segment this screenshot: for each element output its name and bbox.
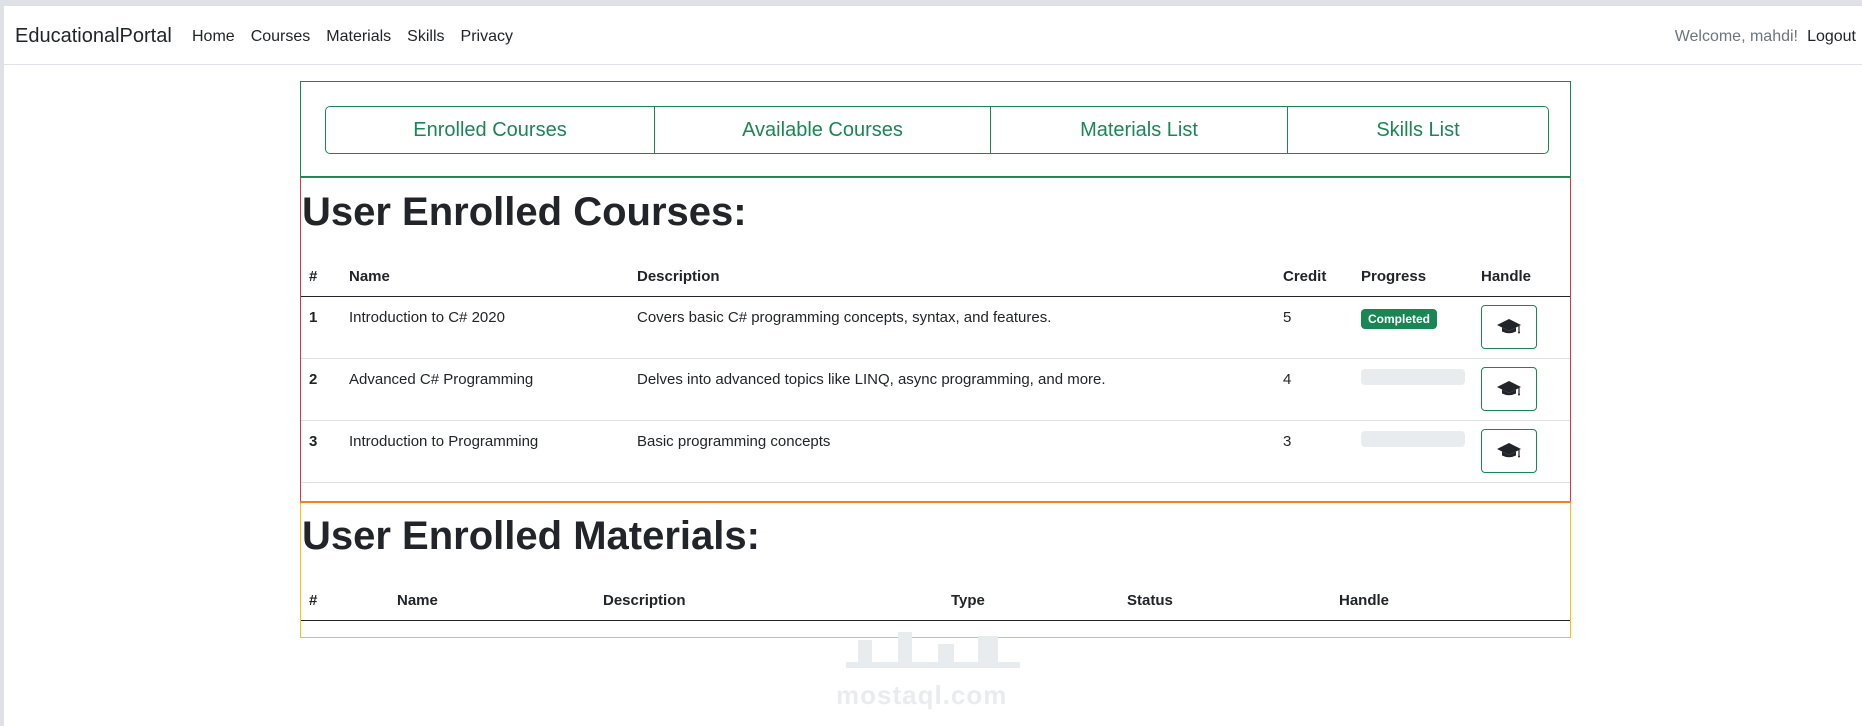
status-badge: Completed	[1361, 309, 1438, 329]
table-row: 2 Advanced C# Programming Delves into ad…	[301, 358, 1570, 421]
cell-description: Delves into advanced topics like LINQ, a…	[629, 358, 1275, 421]
handle-button[interactable]	[1481, 305, 1537, 349]
watermark-text: mostaql.com	[836, 680, 1008, 710]
logout-link[interactable]: Logout	[1807, 28, 1856, 46]
table-row: 1 Introduction to C# 2020 Covers basic C…	[301, 296, 1570, 359]
courses-title: User Enrolled Courses:	[302, 190, 747, 234]
materials-title: User Enrolled Materials:	[302, 514, 760, 558]
cell-progress	[1353, 358, 1473, 421]
course-credit: 5	[1283, 309, 1292, 326]
nav-skills[interactable]: Skills	[407, 28, 444, 46]
cell-name: Advanced C# Programming	[341, 358, 629, 421]
nav-links: Home Courses Materials Skills Privacy	[192, 28, 529, 46]
handle-button[interactable]	[1481, 367, 1537, 411]
nav-courses[interactable]: Courses	[251, 28, 311, 46]
cell-progress	[1353, 420, 1473, 483]
handle-button[interactable]	[1481, 429, 1537, 473]
col-name: Name	[389, 580, 595, 621]
tab-enrolled-courses[interactable]: Enrolled Courses	[326, 107, 655, 153]
graduation-cap-icon	[1497, 443, 1521, 458]
col-num: #	[301, 580, 389, 621]
cell-progress: Completed	[1353, 296, 1473, 359]
col-status: Status	[1119, 580, 1331, 621]
col-progress: Progress	[1353, 256, 1473, 297]
cell-num: 3	[301, 420, 341, 483]
col-credit: Credit	[1275, 256, 1353, 297]
graduation-cap-icon	[1497, 381, 1521, 396]
tab-skills-list[interactable]: Skills List	[1288, 107, 1548, 153]
cell-description: Covers basic C# programming concepts, sy…	[629, 296, 1275, 359]
tab-group: Enrolled Courses Available Courses Mater…	[325, 106, 1549, 154]
row-num: 2	[309, 371, 318, 388]
course-description: Basic programming concepts	[637, 433, 831, 450]
course-name: Introduction to Programming	[349, 433, 539, 450]
cell-handle	[1473, 420, 1570, 483]
materials-table: # Name Description Type Status Handle	[301, 580, 1570, 621]
cell-description: Basic programming concepts	[629, 420, 1275, 483]
course-description: Covers basic C# programming concepts, sy…	[637, 309, 1052, 326]
nav-home[interactable]: Home	[192, 28, 235, 46]
course-name: Advanced C# Programming	[349, 371, 534, 388]
progress-bar	[1361, 369, 1465, 385]
tab-materials-list[interactable]: Materials List	[991, 107, 1288, 153]
cell-name: Introduction to Programming	[341, 420, 629, 483]
nav-materials[interactable]: Materials	[326, 28, 391, 46]
col-num: #	[301, 256, 341, 297]
col-type: Type	[943, 580, 1119, 621]
courses-header-row: # Name Description Credit Progress Handl…	[301, 256, 1570, 297]
welcome-text: Welcome, mahdi!	[1674, 28, 1798, 45]
table-row: 3 Introduction to Programming Basic prog…	[301, 420, 1570, 483]
watermark-logo	[846, 632, 1020, 668]
col-handle: Handle	[1473, 256, 1570, 297]
cell-credit: 5	[1275, 296, 1353, 359]
col-description: Description	[595, 580, 943, 621]
materials-header-row: # Name Description Type Status Handle	[301, 580, 1570, 621]
course-credit: 4	[1283, 371, 1292, 388]
cell-credit: 4	[1275, 358, 1353, 421]
col-handle: Handle	[1331, 580, 1570, 621]
browser-left-border	[0, 0, 4, 726]
cell-num: 2	[301, 358, 341, 421]
cell-num: 1	[301, 296, 341, 359]
navbar: EducationalPortal Home Courses Materials…	[4, 6, 1862, 65]
cell-credit: 3	[1275, 420, 1353, 483]
cell-handle	[1473, 358, 1570, 421]
cell-handle	[1473, 296, 1570, 359]
course-description: Delves into advanced topics like LINQ, a…	[637, 371, 1106, 388]
course-credit: 3	[1283, 433, 1292, 450]
courses-table: # Name Description Credit Progress Handl…	[301, 256, 1570, 483]
col-description: Description	[629, 256, 1275, 297]
row-num: 3	[309, 433, 318, 450]
tab-available-courses[interactable]: Available Courses	[655, 107, 991, 153]
section-divider	[300, 501, 1571, 503]
cell-name: Introduction to C# 2020	[341, 296, 629, 359]
nav-privacy[interactable]: Privacy	[461, 28, 513, 46]
row-num: 1	[309, 309, 318, 326]
course-name: Introduction to C# 2020	[349, 309, 505, 326]
brand-link[interactable]: EducationalPortal	[15, 25, 172, 48]
col-name: Name	[341, 256, 629, 297]
graduation-cap-icon	[1497, 319, 1521, 334]
progress-bar	[1361, 431, 1465, 447]
